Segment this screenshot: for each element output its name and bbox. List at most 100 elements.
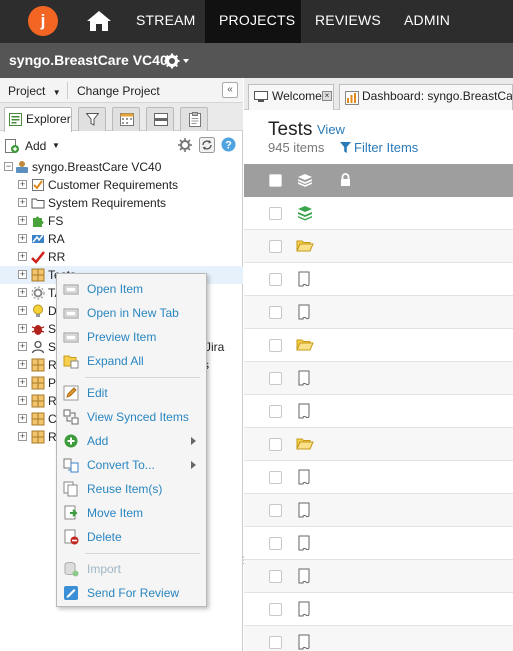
stack-icon[interactable] (298, 174, 312, 187)
nav-stream-link[interactable]: STREAM (126, 0, 206, 43)
expand-icon[interactable]: + (18, 306, 27, 315)
expand-icon[interactable]: + (18, 432, 27, 441)
row-checkbox[interactable] (269, 570, 282, 583)
menu-item-preview[interactable]: Preview Item (57, 325, 206, 349)
row-checkbox[interactable] (269, 207, 282, 220)
table-row[interactable] (244, 329, 513, 362)
project-menu[interactable]: Project ▼ (8, 84, 61, 98)
tab-filters[interactable] (78, 107, 106, 131)
test-grid-icon (31, 412, 45, 426)
table-row[interactable] (244, 197, 513, 230)
expand-icon[interactable]: + (18, 288, 27, 297)
tree-item[interactable]: + RR (0, 248, 243, 266)
expand-icon[interactable]: + (18, 414, 27, 423)
tree-settings-gear-icon[interactable] (177, 137, 193, 153)
menu-item-open-item[interactable]: Open Item (57, 277, 206, 301)
close-icon[interactable]: × (322, 91, 332, 101)
table-row[interactable] (244, 527, 513, 560)
menu-item-label: Import (87, 562, 122, 576)
help-icon[interactable]: ? (221, 137, 236, 152)
expand-icon[interactable]: + (18, 324, 27, 333)
context-menu: Open Item Open in New Tab Preview Item E… (56, 273, 207, 607)
table-row[interactable] (244, 296, 513, 329)
row-checkbox[interactable] (269, 306, 282, 319)
expand-icon[interactable]: + (18, 270, 27, 279)
tree-item[interactable]: + Customer Requirements (0, 176, 243, 194)
table-row[interactable] (244, 263, 513, 296)
menu-item-open-new-tab[interactable]: Open in New Tab (57, 301, 206, 325)
table-row[interactable] (244, 626, 513, 651)
table-row[interactable] (244, 494, 513, 527)
tab-welcome[interactable]: Welcome × (248, 84, 334, 110)
menu-item-expand-all[interactable]: Expand All (57, 349, 206, 373)
expand-icon[interactable]: + (18, 216, 27, 225)
tab-explorer[interactable]: Explorer (4, 107, 72, 132)
expand-icon[interactable]: + (18, 342, 27, 351)
menu-item-reuse[interactable]: Reuse Item(s) (57, 477, 206, 501)
table-row[interactable] (244, 560, 513, 593)
table-row[interactable] (244, 395, 513, 428)
tree-root[interactable]: − syngo.BreastCare VC40 (0, 158, 243, 176)
tab-baselines[interactable] (146, 107, 174, 131)
lock-icon[interactable] (340, 173, 351, 187)
tree-root-label: syngo.BreastCare VC40 (32, 160, 162, 174)
table-row[interactable] (244, 230, 513, 263)
menu-item-move[interactable]: Move Item (57, 501, 206, 525)
table-row[interactable] (244, 362, 513, 395)
menu-item-send-review[interactable]: Send For Review (57, 581, 206, 605)
expand-icon[interactable]: + (18, 234, 27, 243)
document-icon (298, 502, 310, 518)
expand-icon[interactable]: + (18, 198, 27, 207)
row-checkbox[interactable] (269, 240, 282, 253)
expand-icon[interactable]: + (18, 360, 27, 369)
table-row[interactable] (244, 593, 513, 626)
menu-item-edit[interactable]: Edit (57, 381, 206, 405)
filter-icon (86, 113, 99, 126)
expand-icon[interactable]: + (18, 252, 27, 261)
menu-item-convert[interactable]: Convert To... (57, 453, 206, 477)
row-checkbox[interactable] (269, 372, 282, 385)
menu-item-add[interactable]: Add (57, 429, 206, 453)
row-checkbox[interactable] (269, 504, 282, 517)
row-checkbox[interactable] (269, 471, 282, 484)
document-icon (298, 568, 310, 584)
expand-icon[interactable]: + (18, 396, 27, 405)
project-menu-label: Project (8, 84, 46, 98)
row-checkbox[interactable] (269, 273, 282, 286)
folder-open-icon (296, 438, 314, 450)
expand-icon[interactable]: + (18, 180, 27, 189)
expand-icon[interactable]: + (18, 378, 27, 387)
select-all-checkbox[interactable] (269, 174, 282, 187)
jama-logo[interactable]: j (28, 6, 58, 36)
row-checkbox[interactable] (269, 438, 282, 451)
row-checkbox[interactable] (269, 636, 282, 649)
chevron-down-icon: ▼ (52, 141, 60, 150)
table-row[interactable] (244, 461, 513, 494)
refresh-icon[interactable] (199, 137, 215, 153)
tree-item[interactable]: + FS (0, 212, 243, 230)
row-checkbox[interactable] (269, 603, 282, 616)
tree-item[interactable]: + RA (0, 230, 243, 248)
menu-item-delete[interactable]: Delete (57, 525, 206, 549)
nav-reviews-link[interactable]: REVIEWS (305, 0, 391, 43)
view-link[interactable]: View (317, 122, 345, 137)
reuse-icon (63, 481, 78, 497)
row-checkbox[interactable] (269, 339, 282, 352)
project-settings-gear-icon[interactable] (164, 53, 190, 69)
menu-item-view-synced[interactable]: View Synced Items (57, 405, 206, 429)
tree-item[interactable]: + System Requirements (0, 194, 243, 212)
tab-clipboard[interactable] (180, 107, 208, 131)
collapse-panel-icon[interactable]: « (222, 82, 238, 98)
home-icon[interactable] (86, 10, 112, 32)
row-checkbox[interactable] (269, 405, 282, 418)
nav-admin-link[interactable]: ADMIN (394, 0, 460, 43)
nav-projects-link[interactable]: PROJECTS (205, 0, 301, 43)
tab-releases[interactable] (112, 107, 140, 131)
row-checkbox[interactable] (269, 537, 282, 550)
tab-dashboard[interactable]: Dashboard: syngo.BreastCare (339, 84, 513, 110)
collapse-icon[interactable]: − (4, 162, 13, 171)
table-row[interactable] (244, 428, 513, 461)
panel-resize-handle[interactable]: ⋮ (239, 556, 248, 574)
change-project-menu[interactable]: Change Project (77, 84, 160, 98)
tree-item-label: FS (48, 214, 64, 228)
